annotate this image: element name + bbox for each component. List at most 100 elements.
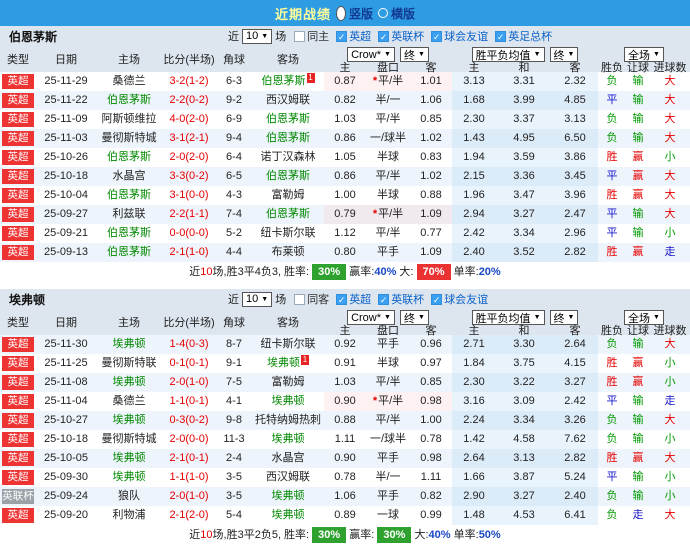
team-link[interactable]: 伯恩茅斯 [107, 246, 151, 258]
league-cell: 英超 [0, 205, 36, 224]
team-link[interactable]: 富勒姆 [272, 376, 305, 388]
odds-final-select[interactable]: 终▼ [400, 47, 429, 62]
team-link[interactable]: 水晶宫 [113, 170, 146, 182]
corner-score: 5-2 [216, 224, 252, 243]
league-badge: 英超 [2, 375, 34, 390]
odds-final-select[interactable]: 终▼ [400, 310, 429, 325]
team-link[interactable]: 伯恩茅斯 [107, 94, 151, 106]
team-link[interactable]: 阿斯顿维拉 [102, 113, 157, 125]
team-link[interactable]: 埃弗顿 [272, 433, 305, 445]
corner-score: 6-9 [216, 110, 252, 129]
checkbox-checked[interactable]: ✓ [336, 294, 347, 305]
checkbox-checked[interactable]: ✓ [378, 294, 389, 305]
checkbox-checked[interactable]: ✓ [336, 31, 347, 42]
team-link[interactable]: 纽卡斯尔联 [261, 338, 316, 350]
odds-home: 1.03 [324, 373, 366, 392]
league-cell: 英超 [0, 411, 36, 430]
team-link[interactable]: 伯恩茅斯 [262, 75, 306, 87]
team-link[interactable]: 埃弗顿 [272, 395, 305, 407]
odds-home: 1.06 [324, 487, 366, 506]
result-goals: 小 [650, 373, 690, 392]
team-link[interactable]: 伯恩茅斯 [266, 113, 310, 125]
team-link[interactable]: 伯恩茅斯 [266, 208, 310, 220]
focus-team-cell: 伯恩茅斯 [252, 205, 324, 224]
team-link[interactable]: 纽卡斯尔联 [261, 227, 316, 239]
team-link[interactable]: 埃弗顿 [272, 490, 305, 502]
team-link[interactable]: 托特纳姆热刺 [255, 414, 321, 426]
filter-label[interactable]: 同客 [307, 291, 329, 307]
horizontal-radio[interactable] [378, 8, 388, 18]
team-link[interactable]: 伯恩茅斯 [107, 189, 151, 201]
mean-final-select[interactable]: 终▼ [550, 310, 579, 325]
corner-score: 6-3 [216, 72, 252, 91]
games-count-select[interactable]: 10▼ [242, 292, 272, 307]
games-count-select[interactable]: 10▼ [242, 29, 272, 44]
filter-label[interactable]: 英超 [349, 291, 371, 307]
team-link[interactable]: 伯恩茅斯 [266, 132, 310, 144]
team-link[interactable]: 埃弗顿 [113, 471, 146, 483]
mean-odds-select[interactable]: 胜平负均值▼ [472, 310, 545, 325]
team-link[interactable]: 西汉姆联 [266, 471, 310, 483]
checkbox-checked[interactable]: ✓ [431, 31, 442, 42]
focus-team-cell: 埃弗顿 [96, 411, 162, 430]
team-link[interactable]: 曼彻斯特城 [102, 433, 157, 445]
checkbox-checked[interactable]: ✓ [431, 294, 442, 305]
checkbox-checked[interactable]: ✓ [495, 31, 506, 42]
team-link[interactable]: 桑德兰 [113, 75, 146, 87]
league-cell: 英超 [0, 110, 36, 129]
team-link[interactable]: 诺丁汉森林 [261, 151, 316, 163]
result-wdl: 胜 [598, 243, 626, 262]
team-link[interactable]: 西汉姆联 [266, 94, 310, 106]
result-wdl: 平 [598, 224, 626, 243]
odds-company-select[interactable]: Crow*▼ [347, 310, 395, 325]
team-link[interactable]: 水晶宫 [272, 452, 305, 464]
team-cell: 富勒姆 [252, 186, 324, 205]
team-link[interactable]: 伯恩茅斯 [107, 227, 151, 239]
mean-draw: 3.27 [496, 205, 552, 224]
team-link[interactable]: 伯恩茅斯 [107, 151, 151, 163]
focus-team-cell: 伯恩茅斯 [96, 224, 162, 243]
team-link[interactable]: 富勒姆 [272, 189, 305, 201]
team-link[interactable]: 埃弗顿 [113, 376, 146, 388]
team-link[interactable]: 狼队 [118, 490, 140, 502]
mean-home: 1.43 [452, 129, 496, 148]
odds-company-select[interactable]: Crow*▼ [347, 47, 395, 62]
team-link[interactable]: 布莱顿 [272, 246, 305, 258]
team-link[interactable]: 桑德兰 [113, 395, 146, 407]
odds-away: 0.97 [410, 354, 452, 373]
vertical-radio[interactable] [336, 6, 346, 21]
mean-draw: 3.36 [496, 167, 552, 186]
team-link[interactable]: 伯恩茅斯 [266, 170, 310, 182]
filter-label[interactable]: 球会友谊 [444, 28, 488, 44]
team-link[interactable]: 埃弗顿 [113, 414, 146, 426]
team-link[interactable]: 曼彻斯特联 [102, 357, 157, 369]
team-link[interactable]: 利物浦 [113, 509, 146, 521]
filter-label[interactable]: 球会友谊 [444, 291, 488, 307]
horizontal-layout-link[interactable]: 横版 [391, 5, 415, 22]
filter-label[interactable]: 英联杯 [391, 291, 424, 307]
team-link[interactable]: 埃弗顿 [272, 509, 305, 521]
team-link[interactable]: 埃弗顿 [113, 452, 146, 464]
team-link[interactable]: 曼彻斯特城 [102, 132, 157, 144]
scope-select[interactable]: 全场▼ [624, 47, 664, 62]
odds-home: 0.87 [324, 72, 366, 91]
filter-label[interactable]: 同主 [307, 28, 329, 44]
mean-final-select[interactable]: 终▼ [550, 47, 579, 62]
filter-label[interactable]: 英足总杯 [508, 28, 552, 44]
checkbox-checked[interactable]: ✓ [378, 31, 389, 42]
mean-odds-select[interactable]: 胜平负均值▼ [472, 47, 545, 62]
vertical-layout-link[interactable]: 竖版 [349, 5, 373, 22]
checkbox-unchecked[interactable] [294, 294, 305, 305]
result-wdl: 平 [598, 392, 626, 411]
mean-draw: 4.95 [496, 129, 552, 148]
team-link[interactable]: 埃弗顿 [267, 357, 300, 369]
table-row: 英超25-11-25曼彻斯特联0-1(0-1)9-1埃弗顿10.91半球0.97… [0, 354, 690, 373]
checkbox-unchecked[interactable] [294, 31, 305, 42]
team-link[interactable]: 利兹联 [113, 208, 146, 220]
team-link[interactable]: 埃弗顿 [113, 338, 146, 350]
scope-select[interactable]: 全场▼ [624, 310, 664, 325]
odds-away: 0.85 [410, 373, 452, 392]
filter-label[interactable]: 英联杯 [391, 28, 424, 44]
league-badge: 英超 [2, 451, 34, 466]
filter-label[interactable]: 英超 [349, 28, 371, 44]
